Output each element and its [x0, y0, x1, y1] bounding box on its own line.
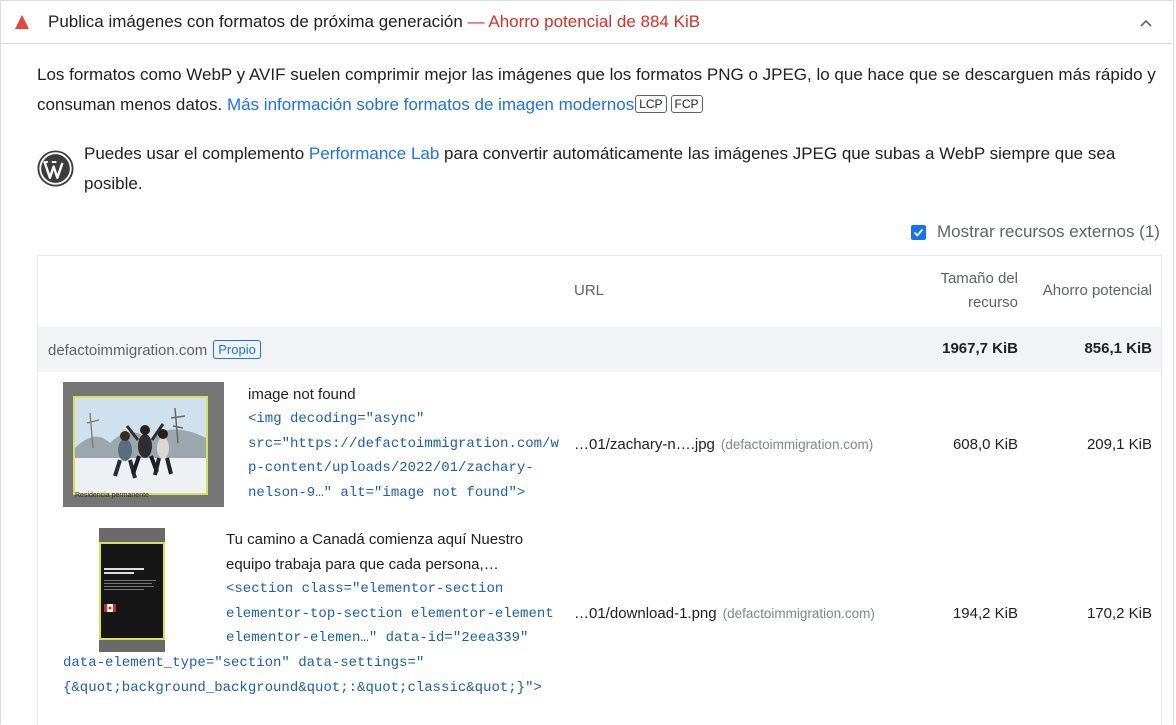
performance-lab-link[interactable]: Performance Lab	[309, 144, 439, 163]
fcp-badge: FCP	[670, 95, 703, 113]
first-party-badge: Propio	[213, 340, 261, 359]
column-header-savings: Ahorro potencial	[1042, 282, 1152, 299]
group-row: defactoimmigration.com Propio 1967,7 KiB …	[38, 327, 1161, 372]
url-host: (defactoimmigration.com)	[722, 606, 875, 621]
audit-savings: — Ahorro potencial de 884 KiB	[467, 12, 701, 31]
external-resources-checkbox[interactable]	[911, 224, 926, 240]
resource-size: 194,2 KiB	[952, 605, 1018, 622]
chevron-up-icon[interactable]	[1138, 15, 1154, 31]
snippet-line: data-element_type="section" data-setting…	[63, 655, 425, 671]
snippet-line: src="https://defactoimmigration.com/w	[248, 435, 559, 452]
group-domain: defactoimmigration.com	[48, 342, 208, 359]
warning-triangle-icon	[15, 15, 29, 29]
node-label-line: equipo trabaja para que cada persona,…	[226, 555, 499, 573]
external-resources-label: Mostrar recursos externos (1)	[937, 222, 1160, 241]
check-icon	[913, 228, 924, 237]
resource-url[interactable]: …01/download-1.png (defactoimmigration.co…	[574, 605, 875, 622]
group-size: 1967,7 KiB	[942, 340, 1018, 357]
image-thumbnail	[99, 528, 165, 652]
learn-more-link[interactable]: Más información sobre formatos de imagen…	[227, 95, 634, 114]
node-label: Tu camino a Canadá comienza aquí Nuestro…	[226, 528, 523, 577]
wordpress-icon	[37, 150, 74, 187]
audit-title: Publica imágenes con formatos de próxima…	[48, 12, 700, 32]
image-thumbnail: Residencia permanente	[63, 382, 224, 507]
url-path: …01/download-1.png	[574, 605, 717, 622]
snippet-line: nelson-9…" alt="image not found">	[248, 484, 526, 501]
node-label-line: Tu camino a Canadá comienza aquí Nuestro	[226, 531, 524, 548]
node-snippet-continued[interactable]: data-element_type="section" data-setting…	[63, 651, 542, 700]
snippet-line: <img decoding="async"	[248, 411, 425, 427]
group-name: defactoimmigration.com Propio	[48, 340, 261, 359]
snippet-line: elementor-elemen…" data-id="2eea339"	[226, 630, 529, 646]
group-savings: 856,1 KiB	[1084, 340, 1152, 357]
resource-size: 608,0 KiB	[952, 436, 1018, 453]
audit-title-text: Publica imágenes con formatos de próxima…	[48, 12, 463, 31]
url-host: (defactoimmigration.com)	[720, 437, 874, 452]
thumbnail-screenshot	[99, 542, 165, 640]
snippet-line: {&quot;background_background&quot;:&quot…	[63, 679, 542, 696]
thumbnail-photo	[73, 396, 208, 495]
snippet-line: p-content/uploads/2022/01/zachary-	[248, 460, 534, 476]
column-header-size: Tamaño del recurso	[940, 270, 1018, 311]
node-label: image not found	[248, 386, 356, 403]
audit-header[interactable]: Publica imágenes con formatos de próxima…	[0, 0, 1174, 44]
thumbnail-caption: Residencia permanente	[75, 492, 149, 499]
resources-table: URL Tamaño del recurso Ahorro potencial …	[37, 255, 1162, 725]
snippet-line: <section class="elementor-section	[226, 581, 504, 597]
wordpress-hint: Puedes usar el complemento Performance L…	[84, 139, 1154, 199]
resource-savings: 209,1 KiB	[1086, 436, 1152, 453]
column-header-url: URL	[574, 282, 605, 299]
audit-description: Los formatos como WebP y AVIF suelen com…	[37, 60, 1157, 120]
resource-url[interactable]: …01/zachary-n….jpg (defactoimmigration.co…	[574, 436, 873, 453]
node-snippet[interactable]: <img decoding="async" src="https://defac…	[248, 407, 559, 505]
node-snippet[interactable]: <section class="elementor-section elemen…	[226, 577, 554, 651]
lcp-badge: LCP	[635, 95, 667, 113]
wp-hint-before: Puedes usar el complemento	[84, 144, 309, 163]
url-path: …01/zachary-n….jpg	[574, 436, 715, 453]
show-external-toggle[interactable]: Mostrar recursos externos (1)	[911, 222, 1160, 242]
resource-savings: 170,2 KiB	[1086, 605, 1152, 622]
snippet-line: elementor-top-section elementor-element	[226, 605, 554, 622]
